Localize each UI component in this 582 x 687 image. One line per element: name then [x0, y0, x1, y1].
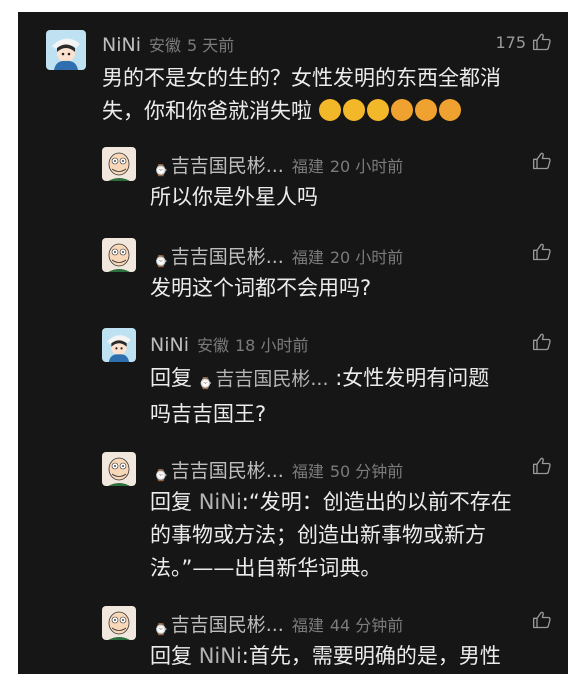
thinking-face-icon: [438, 99, 461, 121]
username[interactable]: 吉吉国民彬...: [171, 610, 284, 637]
comment-text: 发明这个词都不会用吗?: [150, 272, 371, 305]
comment-text: 回复 NiNi:首先，需要明确的是，男性: [150, 640, 501, 673]
thinking-face-icon: [414, 99, 437, 121]
user-avatar[interactable]: [102, 452, 136, 486]
thumbs-up-icon: [533, 243, 551, 261]
user-avatar[interactable]: [46, 30, 86, 70]
reply-text: :女性发明有问题: [335, 366, 490, 390]
username[interactable]: NiNi: [102, 34, 141, 56]
comment-line: 所以你是外星人吗: [150, 185, 318, 209]
thumbs-up-icon: [533, 611, 551, 629]
reply-to-user[interactable]: 吉吉国民彬...: [215, 368, 328, 390]
like-button[interactable]: [532, 242, 552, 262]
grinning-face-icon: [318, 99, 341, 121]
reply-text: :首先，需要明确的是，男性: [241, 644, 501, 668]
reply-prefix: 回复: [150, 366, 192, 390]
thumbs-up-icon: [533, 457, 551, 475]
comment-text: 回复 NiNi:“发明：创造出的以前不存在 的事物或方法；创造出新事物或新方 法…: [150, 486, 512, 585]
user-avatar[interactable]: [102, 147, 136, 181]
like-count: 175: [495, 32, 526, 52]
username[interactable]: 吉吉国民彬...: [171, 151, 284, 178]
clock-icon: ⌚: [154, 469, 168, 482]
like-button[interactable]: 175: [495, 32, 552, 52]
timestamp: 20 小时前: [329, 248, 404, 267]
user-avatar[interactable]: [102, 238, 136, 272]
comment-text: 男的不是女的生的？女性发明的东西全都消 失，你和你爸就消失啦: [102, 62, 501, 128]
comment-meta: ⌚ 吉吉国民彬... 福建 44 分钟前: [154, 610, 403, 637]
thumbs-up-icon: [533, 33, 551, 51]
grinning-face-icon: [366, 99, 389, 121]
location: 福建: [291, 462, 324, 481]
comment-meta: NiNi 安徽 5 天前: [102, 32, 234, 56]
location: 安徽: [148, 36, 181, 55]
reply-to-user[interactable]: NiNi: [199, 644, 242, 668]
clock-icon: ⌚: [154, 164, 168, 177]
timestamp: 44 分钟前: [329, 616, 404, 635]
comment-line: 回复 NiNi:“发明：创造出的以前不存在: [150, 486, 512, 519]
comment-meta: ⌚ 吉吉国民彬... 福建 50 分钟前: [154, 456, 403, 483]
comment-line: 吗吉吉国王?: [150, 402, 267, 426]
comment-meta: ⌚ 吉吉国民彬... 福建 20 小时前: [154, 151, 403, 178]
comment-line: 男的不是女的生的？女性发明的东西全都消: [102, 66, 501, 90]
username[interactable]: NiNi: [150, 334, 189, 356]
timestamp: 20 小时前: [329, 157, 404, 176]
user-avatar[interactable]: [102, 606, 136, 640]
location: 福建: [291, 616, 324, 635]
clock-icon: ⌚: [154, 255, 168, 268]
comment-text: 所以你是外星人吗: [150, 181, 318, 214]
comment-line: 发明这个词都不会用吗?: [150, 276, 372, 300]
reply-prefix: 回复: [150, 644, 192, 668]
comment-meta: ⌚ 吉吉国民彬... 福建 20 小时前: [154, 242, 403, 269]
comment-line-text: 失，你和你爸就消失啦: [102, 99, 312, 123]
comment-line: 失，你和你爸就消失啦: [102, 95, 501, 128]
like-button[interactable]: [532, 456, 552, 476]
user-avatar[interactable]: [102, 328, 136, 362]
location: 福建: [291, 157, 324, 176]
reply-prefix: 回复: [150, 490, 192, 514]
grinning-face-icon: [342, 99, 365, 121]
thumbs-up-icon: [533, 152, 551, 170]
comment-meta: NiNi 安徽 18 小时前: [150, 332, 308, 356]
thinking-face-icon: [390, 99, 413, 121]
thumbs-up-icon: [533, 333, 551, 351]
username[interactable]: 吉吉国民彬...: [171, 456, 284, 483]
timestamp: 18 小时前: [235, 336, 309, 355]
username[interactable]: 吉吉国民彬...: [171, 242, 284, 269]
like-button[interactable]: [532, 332, 552, 352]
comment-line: 法。”——出自新华词典。: [150, 556, 382, 580]
clock-icon: ⌚: [154, 623, 168, 636]
comment-line: 的事物或方法；创造出新事物或新方: [150, 523, 486, 547]
timestamp: 5 天前: [187, 36, 235, 55]
timestamp: 50 分钟前: [329, 462, 404, 481]
like-button[interactable]: [532, 610, 552, 630]
clock-icon: ⌚: [198, 377, 213, 390]
comments-panel: NiNi 安徽 5 天前 175 男的不是女的生的？女性发明的东西全都消 失，你…: [18, 12, 568, 674]
location: 安徽: [196, 336, 229, 355]
comment-line: 回复 NiNi:首先，需要明确的是，男性: [150, 640, 501, 673]
reply-to-user[interactable]: NiNi: [199, 490, 242, 514]
comment-text: 回复 ⌚ 吉吉国民彬... :女性发明有问题 吗吉吉国王?: [150, 362, 489, 431]
reply-text: :“发明：创造出的以前不存在: [241, 490, 512, 514]
comment-line: 回复 ⌚ 吉吉国民彬... :女性发明有问题: [150, 362, 489, 398]
like-button[interactable]: [532, 151, 552, 171]
location: 福建: [291, 248, 324, 267]
